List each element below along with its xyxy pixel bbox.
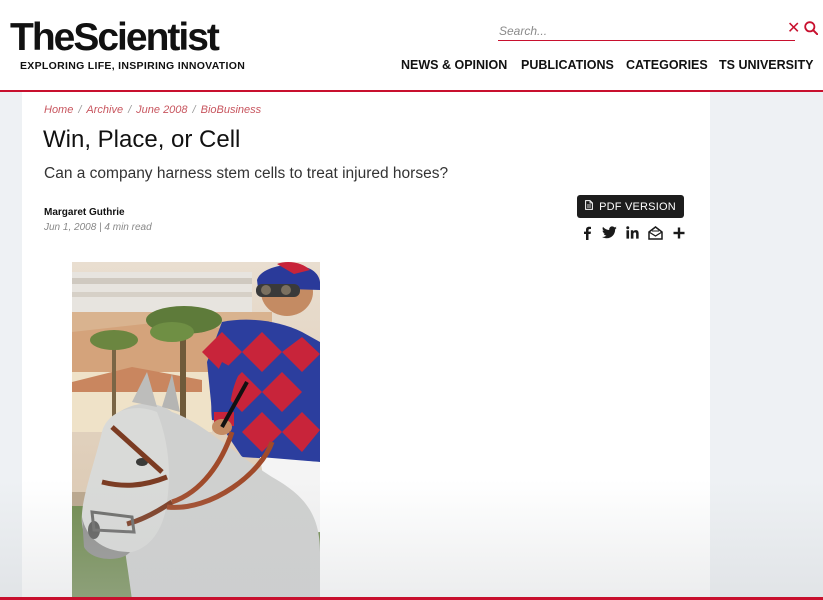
breadcrumb-archive[interactable]: Archive xyxy=(86,104,123,116)
twitter-icon[interactable] xyxy=(601,224,618,241)
site-header: TheScientist EXPLORING LIFE, INSPIRING I… xyxy=(0,0,823,92)
author-name[interactable]: Margaret Guthrie xyxy=(44,207,125,218)
search-input[interactable] xyxy=(498,22,795,41)
article-card: Home / Archive / June 2008/BioBusiness Win, … xyxy=(22,92,710,600)
site-tagline: EXPLORING LIFE, INSPIRING INNOVATION xyxy=(20,60,246,72)
close-icon[interactable]: ✕ xyxy=(787,20,800,38)
pdf-version-label: PDF VERSION xyxy=(599,200,676,213)
article-date-readtime: Jun 1, 2008 | 4 min read xyxy=(44,222,152,233)
article-title: Win, Place, or Cell xyxy=(43,126,241,153)
pdf-version-button[interactable]: PDF VERSION xyxy=(577,195,684,218)
search-icon[interactable] xyxy=(804,21,819,40)
pdf-file-icon xyxy=(585,200,594,213)
share-bar xyxy=(578,224,687,241)
facebook-icon[interactable] xyxy=(578,224,595,241)
linkedin-icon[interactable] xyxy=(624,224,641,241)
nav-item-ts-university[interactable]: TS UNIVERSITY xyxy=(719,58,813,72)
nav-item-publications[interactable]: PUBLICATIONS xyxy=(521,58,614,72)
article-photo xyxy=(72,262,320,600)
breadcrumb: Home / Archive / June 2008/BioBusiness xyxy=(44,104,262,116)
breadcrumb-biobusiness[interactable]: BioBusiness xyxy=(201,104,262,116)
site-logo[interactable]: TheScientist xyxy=(10,16,220,60)
breadcrumb-june-2008[interactable]: June 2008 xyxy=(136,104,187,116)
plus-icon[interactable] xyxy=(670,224,687,241)
article-subtitle: Can a company harness stem cells to trea… xyxy=(44,165,449,182)
breadcrumb-home[interactable]: Home xyxy=(44,104,73,116)
nav-item-news-opinion[interactable]: NEWS & OPINION xyxy=(401,58,507,72)
email-icon[interactable] xyxy=(647,224,664,241)
nav-item-categories[interactable]: CATEGORIES xyxy=(626,58,708,72)
